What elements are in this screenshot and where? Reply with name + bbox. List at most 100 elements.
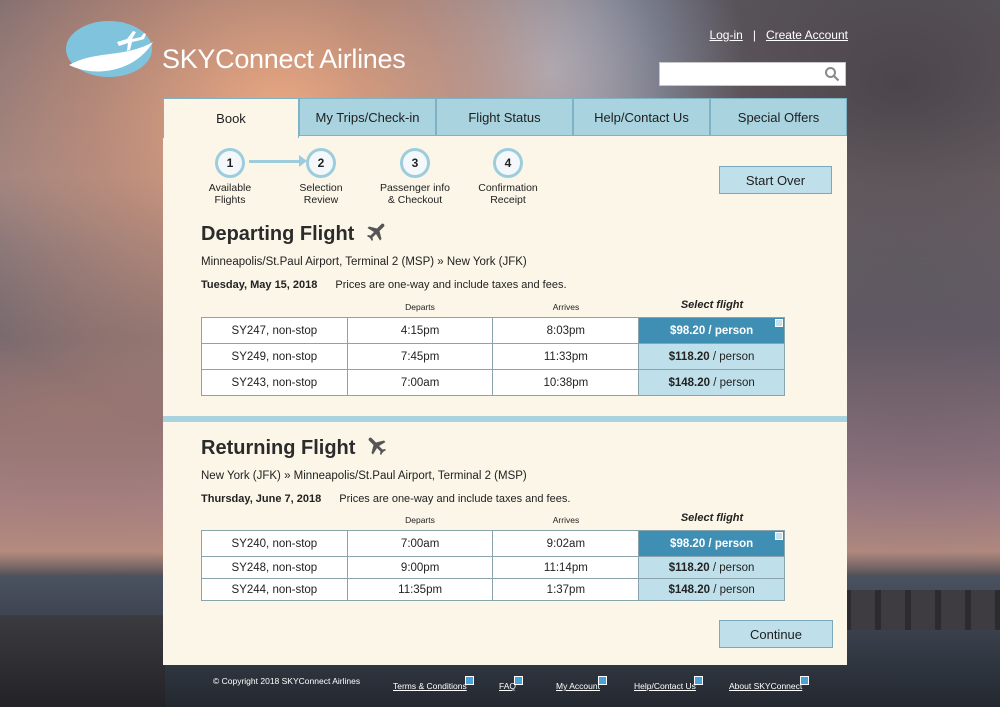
price-unit: / person: [710, 583, 755, 596]
price-select-button[interactable]: $98.20 / person: [638, 317, 785, 344]
price-select-button[interactable]: $118.20 / person: [638, 343, 785, 370]
tab-special-offers[interactable]: Special Offers: [710, 98, 847, 136]
search-icon[interactable]: [824, 66, 840, 82]
flight-number: SY249, non-stop: [201, 343, 348, 370]
search-input[interactable]: [659, 62, 846, 86]
step-label: Flights: [214, 194, 246, 206]
airplane-icon: [366, 223, 385, 241]
departing-date: Tuesday, May 15, 2018: [201, 279, 318, 291]
continue-button[interactable]: Continue: [719, 620, 833, 648]
price-select-button[interactable]: $118.20 / person: [638, 556, 785, 579]
copyright-text: © Copyright 2018 SKYConnect Airlines: [213, 676, 361, 686]
step-available-flights: 1 Available Flights: [185, 148, 275, 206]
account-links: Log-in | Create Account: [709, 28, 848, 42]
arrival-time: 10:38pm: [492, 369, 640, 396]
column-arrives: Arrives: [552, 515, 580, 525]
flight-number: SY243, non-stop: [201, 369, 348, 396]
price-unit: / person: [709, 350, 755, 363]
arrival-time: 11:33pm: [492, 343, 640, 370]
arrival-time: 1:37pm: [492, 578, 640, 601]
flight-number: SY247, non-stop: [201, 317, 348, 344]
arrival-time: 8:03pm: [492, 317, 640, 344]
flight-number: SY240, non-stop: [201, 530, 348, 557]
column-select-flight: Select flight: [680, 512, 744, 524]
step-label: Review: [303, 194, 339, 206]
main-tabs: Book My Trips/Check-in Flight Status Hel…: [163, 98, 847, 138]
price-unit: / person: [710, 376, 755, 389]
departing-date-line: Tuesday, May 15, 2018 Prices are one-way …: [201, 279, 567, 291]
price-amount: $118.20: [668, 561, 710, 574]
price-amount: $98.20: [670, 324, 706, 337]
flight-number: SY248, non-stop: [201, 556, 348, 579]
returning-title: Returning Flight: [201, 437, 356, 459]
departing-route: Minneapolis/St.Paul Airport, Terminal 2 …: [201, 256, 527, 268]
create-account-link[interactable]: Create Account: [766, 28, 848, 42]
step-number: 4: [493, 148, 523, 178]
footer-link-help[interactable]: Help/Contact Us: [634, 676, 703, 691]
column-departs: Departs: [405, 302, 435, 312]
login-link[interactable]: Log-in: [709, 28, 742, 42]
table-row: SY240, non-stop 7:00am 9:02am $98.20 / p…: [201, 530, 785, 557]
section-divider: [163, 416, 847, 422]
step-label: Confirmation: [478, 182, 538, 194]
table-row: SY247, non-stop 4:15pm 8:03pm $98.20 / p…: [201, 317, 785, 344]
background-dock: [0, 615, 165, 707]
column-select-flight: Select flight: [680, 299, 744, 311]
step-number: 1: [215, 148, 245, 178]
price-select-button[interactable]: $148.20 / person: [638, 369, 785, 396]
background-pier: [845, 590, 1000, 630]
start-over-button[interactable]: Start Over: [719, 166, 832, 194]
tab-help-contact[interactable]: Help/Contact Us: [573, 98, 710, 136]
airline-logo: [66, 21, 153, 77]
returning-date-line: Thursday, June 7, 2018 Prices are one-way…: [201, 493, 570, 505]
departing-title: Departing Flight: [201, 223, 355, 245]
footer-link-faq[interactable]: FAQ: [499, 676, 524, 691]
footer-link-label[interactable]: Help/Contact Us: [634, 681, 696, 691]
airplane-icon: [368, 437, 386, 455]
departure-time: 4:15pm: [346, 317, 494, 344]
price-select-button[interactable]: $98.20 / person: [638, 530, 785, 557]
returning-section-title: Returning Flight: [201, 436, 387, 460]
price-select-button[interactable]: $148.20 / person: [638, 578, 785, 601]
table-row: SY243, non-stop 7:00am 10:38pm $148.20 /…: [201, 369, 785, 396]
returning-route: New York (JFK) » Minneapolis/St.Paul Air…: [201, 470, 527, 482]
returning-date: Thursday, June 7, 2018: [201, 493, 322, 505]
tab-book[interactable]: Book: [163, 98, 299, 138]
brand-name: SKYConnect Airlines: [162, 44, 406, 74]
external-link-icon: [597, 676, 607, 685]
footer-link-my-account[interactable]: My Account: [556, 676, 607, 691]
step-label: Selection: [299, 182, 343, 194]
tab-my-trips[interactable]: My Trips/Check-in: [299, 98, 436, 136]
price-amount: $118.20: [668, 350, 710, 363]
price-note: Prices are one-way and include taxes and…: [335, 279, 567, 291]
departing-flights-table: SY247, non-stop 4:15pm 8:03pm $98.20 / p…: [201, 317, 785, 396]
price-note: Prices are one-way and include taxes and…: [339, 493, 571, 505]
column-departs: Departs: [405, 515, 435, 525]
price-amount: $148.20: [668, 583, 711, 596]
footer-link-about[interactable]: About SKYConnect: [729, 676, 810, 691]
step-label: Passenger info: [379, 182, 451, 194]
flight-number: SY244, non-stop: [201, 578, 348, 601]
table-row: SY249, non-stop 7:45pm 11:33pm $118.20 /…: [201, 343, 785, 370]
footer-link-label[interactable]: About SKYConnect: [729, 681, 802, 691]
link-separator: |: [752, 28, 756, 42]
step-confirmation: 4 Confirmation Receipt: [463, 148, 553, 206]
price-unit: / person: [709, 561, 755, 574]
departure-time: 11:35pm: [346, 578, 494, 601]
step-label: Receipt: [490, 194, 526, 206]
booking-panel: Book My Trips/Check-in Flight Status Hel…: [163, 98, 847, 665]
returning-flights-table: SY240, non-stop 7:00am 9:02am $98.20 / p…: [201, 530, 785, 601]
departure-time: 7:00am: [346, 530, 494, 557]
departure-time: 7:00am: [346, 369, 494, 396]
tab-flight-status[interactable]: Flight Status: [436, 98, 573, 136]
step-number: 3: [400, 148, 430, 178]
footer-link-label[interactable]: My Account: [556, 681, 600, 691]
external-link-icon: [693, 676, 703, 685]
price-amount: $148.20: [668, 376, 711, 389]
price-unit: / person: [705, 324, 754, 337]
arrival-time: 9:02am: [492, 530, 640, 557]
step-selection-review: 2 Selection Review: [276, 148, 366, 206]
footer-link-label[interactable]: Terms & Conditions: [393, 681, 467, 691]
footer-link-terms[interactable]: Terms & Conditions: [393, 676, 474, 691]
step-number: 2: [306, 148, 336, 178]
